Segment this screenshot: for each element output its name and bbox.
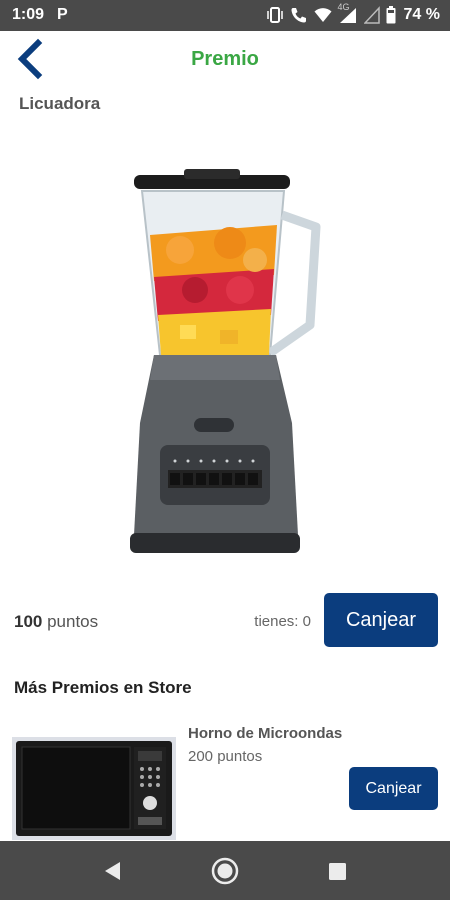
redeem-button[interactable]: Canjear	[324, 593, 438, 647]
more-rewards-title: Más Premios en Store	[14, 678, 192, 697]
reward-redeem-button[interactable]: Canjear	[349, 767, 438, 810]
app-bar: Premio	[0, 31, 450, 87]
status-icons: 4G 74 %	[266, 2, 440, 26]
nav-recents-button[interactable]	[322, 856, 352, 886]
points-unit: puntos	[42, 612, 99, 631]
cell-signal-icon: 4G	[338, 2, 358, 24]
wifi-icon	[314, 8, 332, 22]
navigation-bar	[0, 841, 450, 900]
product-image	[120, 165, 330, 560]
nav-back-button[interactable]	[98, 856, 128, 886]
app-notification-icon: P	[57, 6, 68, 23]
triangle-back-icon	[105, 862, 120, 880]
blender-illustration	[130, 169, 321, 553]
status-bar: 1:09 P 4G 74 %	[0, 0, 450, 31]
cell-signal-2-icon	[363, 6, 380, 24]
microwave-image	[12, 737, 176, 840]
points-row: 100 puntos tienes: 0 Canjear	[0, 592, 450, 650]
call-hd-icon	[291, 8, 306, 23]
circle-home-icon	[211, 857, 239, 885]
product-points: 100 puntos	[14, 612, 98, 632]
status-time: 1:09	[12, 6, 45, 23]
nav-home-button[interactable]	[210, 856, 240, 886]
product-name: Licuadora	[19, 94, 101, 113]
user-points: tienes: 0	[254, 613, 311, 630]
square-recents-icon	[329, 863, 346, 880]
battery-percent: 74 %	[403, 6, 440, 23]
reward-points: 200 puntos	[188, 748, 263, 765]
points-value: 100	[14, 612, 43, 631]
microwave-illustration	[12, 737, 176, 840]
reward-card[interactable]: Horno de Microondas 200 puntos Canjear	[0, 712, 450, 840]
page-title: Premio	[191, 48, 259, 70]
reward-name: Horno de Microondas	[188, 725, 343, 742]
battery-icon	[386, 6, 396, 24]
vibrate-icon	[266, 7, 283, 23]
